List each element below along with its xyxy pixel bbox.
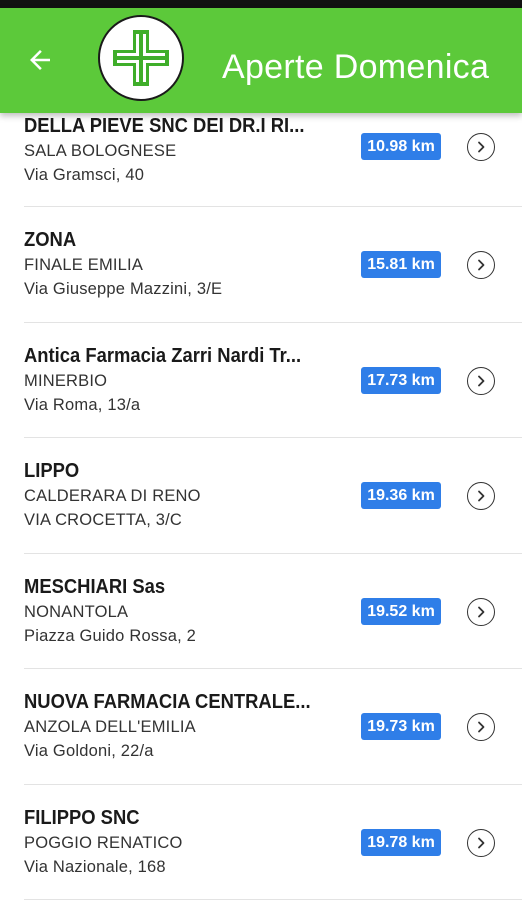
status-bar — [0, 0, 522, 8]
pharmacy-cross-icon — [113, 30, 169, 86]
chevron-right-icon[interactable] — [467, 828, 495, 857]
pharmacy-address: Via Goldoni, 22/a — [24, 742, 154, 760]
pharmacy-address: Via Gramsci, 40 — [24, 166, 145, 184]
pharmacy-info: Antica Farmacia Zarri Nardi Tr... MINERBI… — [24, 343, 324, 417]
pharmacy-city: FINALE EMILIA — [24, 256, 144, 274]
list-item[interactable]: MESCHIARI Sas NONANTOLA Piazza Guido Rossa… — [24, 554, 522, 669]
list-item[interactable]: ZONA FINALE EMILIA Via Giuseppe Mazzini, 3… — [24, 207, 522, 323]
app-bar: Aperte Domenica — [0, 8, 522, 113]
pharmacy-name: NUOVA FARMACIA CENTRALE... — [24, 691, 311, 713]
pharmacy-name: DELLA PIEVE SNC DEI DR.I RI... — [24, 115, 305, 137]
pharmacy-address: VIA CROCETTA, 3/C — [24, 511, 183, 529]
pharmacy-address: Via Nazionale, 168 — [24, 857, 166, 876]
pharmacy-info: ZONA FINALE EMILIA Via Giuseppe Mazzini, 3… — [24, 227, 324, 301]
page-title: Aperte Domenica — [222, 48, 490, 86]
chevron-right-icon[interactable] — [467, 133, 495, 161]
pharmacy-info: FILIPPO SNC POGGIO RENATICO Via Nazionale,… — [24, 805, 324, 879]
pharmacy-list: DELLA PIEVE SNC DEI DR.I RI... SALA BOLOG… — [0, 113, 522, 900]
pharmacy-address: Piazza Guido Rossa, 2 — [24, 626, 197, 645]
pharmacy-address: Via Roma, 13/a — [24, 395, 141, 414]
distance-badge: 17.73 km — [361, 366, 441, 394]
distance-badge: 15.81 km — [361, 251, 441, 278]
arrow-left-icon — [30, 50, 50, 70]
distance-badge: 19.73 km — [361, 713, 441, 740]
pharmacy-city: ANZOLA DELL'EMILIA — [24, 718, 196, 736]
pharmacy-info: LIPPO CALDERARA DI RENO VIA CROCETTA, 3/C — [24, 458, 324, 532]
pharmacy-city: NONANTOLA — [24, 602, 129, 621]
pharmacy-info: NUOVA FARMACIA CENTRALE... ANZOLA DELL'EM… — [24, 689, 324, 763]
distance-badge: 19.78 km — [361, 828, 441, 856]
distance-badge: 10.98 km — [361, 133, 441, 160]
pharmacy-name: FILIPPO SNC — [24, 806, 140, 829]
chevron-right-icon[interactable] — [467, 482, 495, 510]
distance-badge: 19.36 km — [361, 482, 441, 509]
distance-badge: 19.52 km — [361, 597, 441, 625]
pharmacy-info: DELLA PIEVE SNC DEI DR.I RI... SALA BOLOG… — [24, 113, 324, 187]
back-button[interactable] — [18, 38, 62, 82]
pharmacy-info: MESCHIARI Sas NONANTOLA Piazza Guido Rossa… — [24, 574, 324, 648]
pharmacy-city: POGGIO RENATICO — [24, 833, 183, 852]
list-item[interactable]: LIPPO CALDERARA DI RENO VIA CROCETTA, 3/C 1… — [24, 438, 522, 554]
chevron-right-icon[interactable] — [467, 597, 495, 626]
pharmacy-name: ZONA — [24, 229, 77, 251]
pharmacy-city: CALDERARA DI RENO — [24, 487, 201, 505]
chevron-right-icon[interactable] — [467, 366, 495, 395]
list-item[interactable]: FILIPPO SNC POGGIO RENATICO Via Nazionale,… — [24, 785, 522, 900]
list-item[interactable]: Antica Farmacia Zarri Nardi Tr... MINERBI… — [24, 323, 522, 438]
chevron-right-icon[interactable] — [467, 251, 495, 279]
chevron-right-icon[interactable] — [467, 713, 495, 741]
pharmacy-city: SALA BOLOGNESE — [24, 142, 177, 160]
pharmacy-address: Via Giuseppe Mazzini, 3/E — [24, 280, 223, 298]
pharmacy-logo — [98, 15, 184, 101]
list-item[interactable]: DELLA PIEVE SNC DEI DR.I RI... SALA BOLOG… — [24, 113, 522, 207]
pharmacy-name: LIPPO — [24, 460, 80, 482]
pharmacy-name: Antica Farmacia Zarri Nardi Tr... — [24, 344, 302, 367]
pharmacy-name: MESCHIARI Sas — [24, 575, 166, 598]
pharmacy-city: MINERBIO — [24, 371, 108, 390]
list-item[interactable]: NUOVA FARMACIA CENTRALE... ANZOLA DELL'EM… — [24, 669, 522, 785]
